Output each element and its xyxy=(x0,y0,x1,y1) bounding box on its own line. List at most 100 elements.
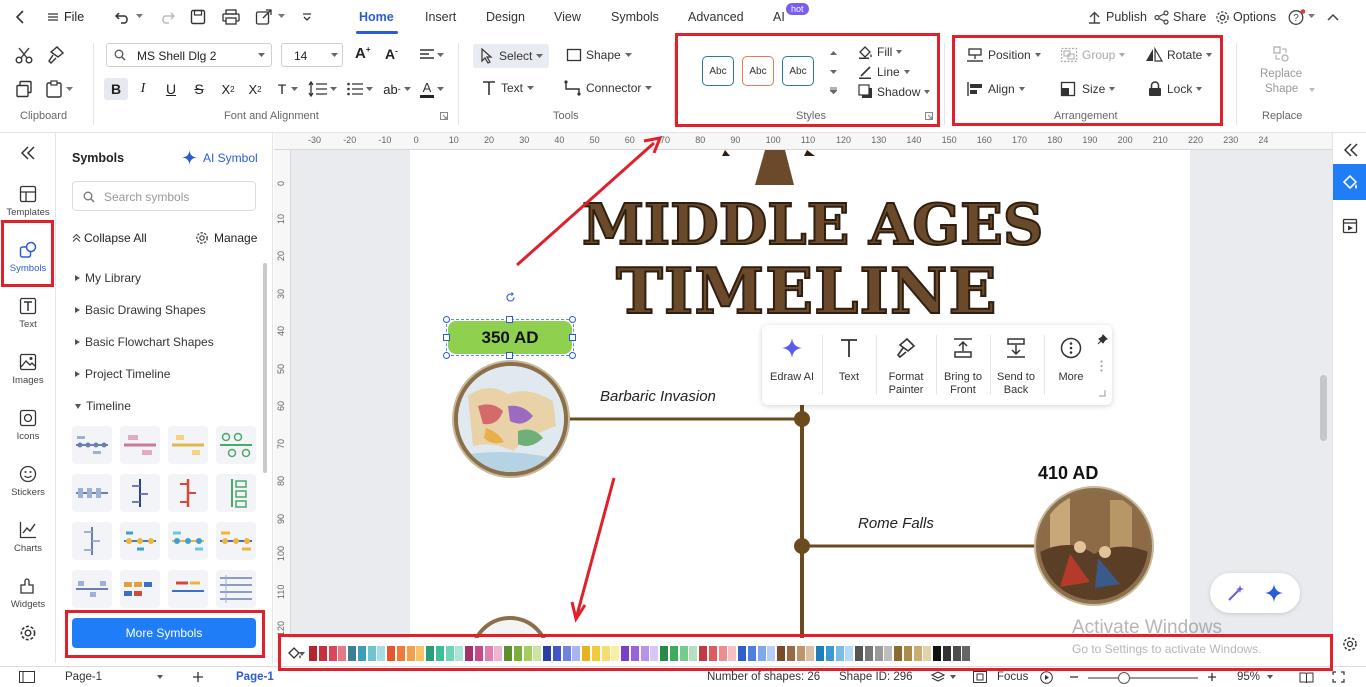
color-swatch[interactable] xyxy=(552,646,561,661)
color-swatch[interactable] xyxy=(426,646,434,661)
color-swatch[interactable] xyxy=(952,646,961,661)
redo-icon[interactable] xyxy=(158,9,176,25)
styles-scroll-up-icon[interactable] xyxy=(828,47,838,57)
fit-page-icon[interactable] xyxy=(972,670,988,684)
subscript-icon[interactable]: X2 xyxy=(245,80,265,98)
color-swatch[interactable] xyxy=(523,646,532,661)
color-swatch[interactable] xyxy=(894,646,902,661)
color-swatch[interactable] xyxy=(903,646,912,661)
ai-wand-icon[interactable] xyxy=(1226,583,1246,603)
color-swatch[interactable] xyxy=(708,646,717,661)
color-swatch[interactable] xyxy=(387,646,395,661)
chevron-down-icon[interactable] xyxy=(1308,87,1316,93)
chevron-down-icon[interactable] xyxy=(403,86,411,92)
color-swatch[interactable] xyxy=(650,646,659,661)
superscript-icon[interactable]: X2 xyxy=(218,80,238,98)
send-to-back-button[interactable]: Send to Back xyxy=(991,325,1041,405)
back-icon[interactable] xyxy=(12,9,28,25)
replace-shape-icon[interactable] xyxy=(1272,45,1290,63)
color-swatch[interactable] xyxy=(367,646,376,661)
timeline-symbol-thumbnail[interactable] xyxy=(168,522,208,560)
more-button[interactable]: More xyxy=(1046,325,1096,405)
sidebar-item-images[interactable]: Images xyxy=(0,341,56,391)
color-swatch[interactable] xyxy=(309,646,317,661)
color-swatch[interactable] xyxy=(348,646,356,661)
color-swatch[interactable] xyxy=(630,646,639,661)
bring-to-front-button[interactable]: Bring to Front xyxy=(938,325,988,405)
zoom-out-icon[interactable] xyxy=(1068,670,1080,684)
expand-dialog-icon[interactable] xyxy=(439,111,448,120)
style-preset-3[interactable]: Abc xyxy=(782,56,814,86)
color-swatch[interactable] xyxy=(591,646,600,661)
color-swatch[interactable] xyxy=(406,646,415,661)
zoom-slider-track[interactable] xyxy=(1088,677,1198,679)
layers-icon[interactable] xyxy=(930,670,946,684)
chevron-down-icon[interactable] xyxy=(290,86,298,92)
fullscreen-icon[interactable] xyxy=(1330,670,1346,684)
tab-ai[interactable]: AI xyxy=(773,10,785,24)
group-button[interactable]: Group xyxy=(1060,47,1126,63)
sidebar-item-icons[interactable]: Icons xyxy=(0,397,56,447)
options-button[interactable]: Options xyxy=(1233,10,1276,24)
focus-button[interactable]: Focus xyxy=(997,671,1028,683)
rotate-button[interactable]: Rotate xyxy=(1145,47,1213,63)
font-color-icon[interactable]: A xyxy=(418,79,436,99)
color-swatch[interactable] xyxy=(562,646,571,661)
timeline-symbol-thumbnail[interactable] xyxy=(72,474,112,512)
color-swatch[interactable] xyxy=(396,646,405,661)
page-tab-active[interactable]: Page-1 xyxy=(236,671,274,683)
text-button[interactable]: Text xyxy=(824,325,874,405)
color-swatch[interactable] xyxy=(318,646,327,661)
timeline-symbol-thumbnail[interactable] xyxy=(72,570,112,608)
color-swatch[interactable] xyxy=(455,646,464,661)
decrease-font-icon[interactable]: A- xyxy=(385,46,398,62)
color-swatch[interactable] xyxy=(513,646,522,661)
color-swatch[interactable] xyxy=(816,646,824,661)
color-swatch[interactable] xyxy=(728,646,737,661)
color-swatch[interactable] xyxy=(494,646,503,661)
color-swatch[interactable] xyxy=(806,646,815,661)
color-swatch[interactable] xyxy=(679,646,688,661)
color-swatch[interactable] xyxy=(533,646,542,661)
color-swatch[interactable] xyxy=(328,646,337,661)
add-page-icon[interactable] xyxy=(191,670,205,684)
timeline-symbol-thumbnail[interactable] xyxy=(120,570,160,608)
paste-icon[interactable] xyxy=(44,79,64,99)
format-painter-icon[interactable] xyxy=(46,45,66,65)
text-case-icon[interactable]: T xyxy=(274,80,290,98)
color-swatch[interactable] xyxy=(699,646,707,661)
tab-insert[interactable]: Insert xyxy=(425,10,456,24)
play-icon[interactable] xyxy=(1039,670,1053,684)
undo-dropdown-icon[interactable] xyxy=(134,11,144,21)
chevron-down-icon[interactable] xyxy=(949,674,957,680)
timeline-symbol-thumbnail[interactable] xyxy=(168,474,208,512)
timeline-symbol-thumbnail[interactable] xyxy=(120,474,160,512)
timeline-symbol-thumbnail[interactable] xyxy=(120,426,160,464)
color-swatch[interactable] xyxy=(445,646,454,661)
color-swatch[interactable] xyxy=(377,646,386,661)
color-swatch[interactable] xyxy=(465,646,473,661)
chevron-down-icon[interactable] xyxy=(436,86,444,92)
chevron-down-icon[interactable] xyxy=(1266,674,1274,680)
help-icon[interactable]: ? xyxy=(1287,8,1305,26)
ai-sparkle-icon[interactable] xyxy=(1264,583,1284,603)
save-icon[interactable] xyxy=(189,8,207,26)
increase-font-icon[interactable]: A+ xyxy=(355,45,371,62)
cut-icon[interactable] xyxy=(14,45,34,65)
undo-icon[interactable] xyxy=(114,9,132,25)
color-swatch[interactable] xyxy=(786,646,795,661)
tree-item-basic-drawing-shapes[interactable]: Basic Drawing Shapes xyxy=(75,303,206,317)
color-swatch[interactable] xyxy=(874,646,883,661)
position-button[interactable]: Position xyxy=(966,47,1041,63)
tree-item-my-library[interactable]: My Library xyxy=(75,271,141,285)
size-button[interactable]: Size xyxy=(1060,81,1116,97)
more-quick-access-icon[interactable] xyxy=(300,10,314,24)
collapse-ribbon-icon[interactable] xyxy=(1326,10,1340,24)
sidebar-item-widgets[interactable]: Widgets xyxy=(0,565,56,615)
timeline-symbol-thumbnail[interactable] xyxy=(72,522,112,560)
color-swatch[interactable] xyxy=(855,646,863,661)
italic-icon[interactable]: I xyxy=(136,80,150,98)
sidebar-item-symbols[interactable]: Symbols xyxy=(0,229,56,279)
shape-button[interactable]: Shape xyxy=(566,47,632,63)
styles-scroll-down-icon[interactable] xyxy=(828,67,838,77)
